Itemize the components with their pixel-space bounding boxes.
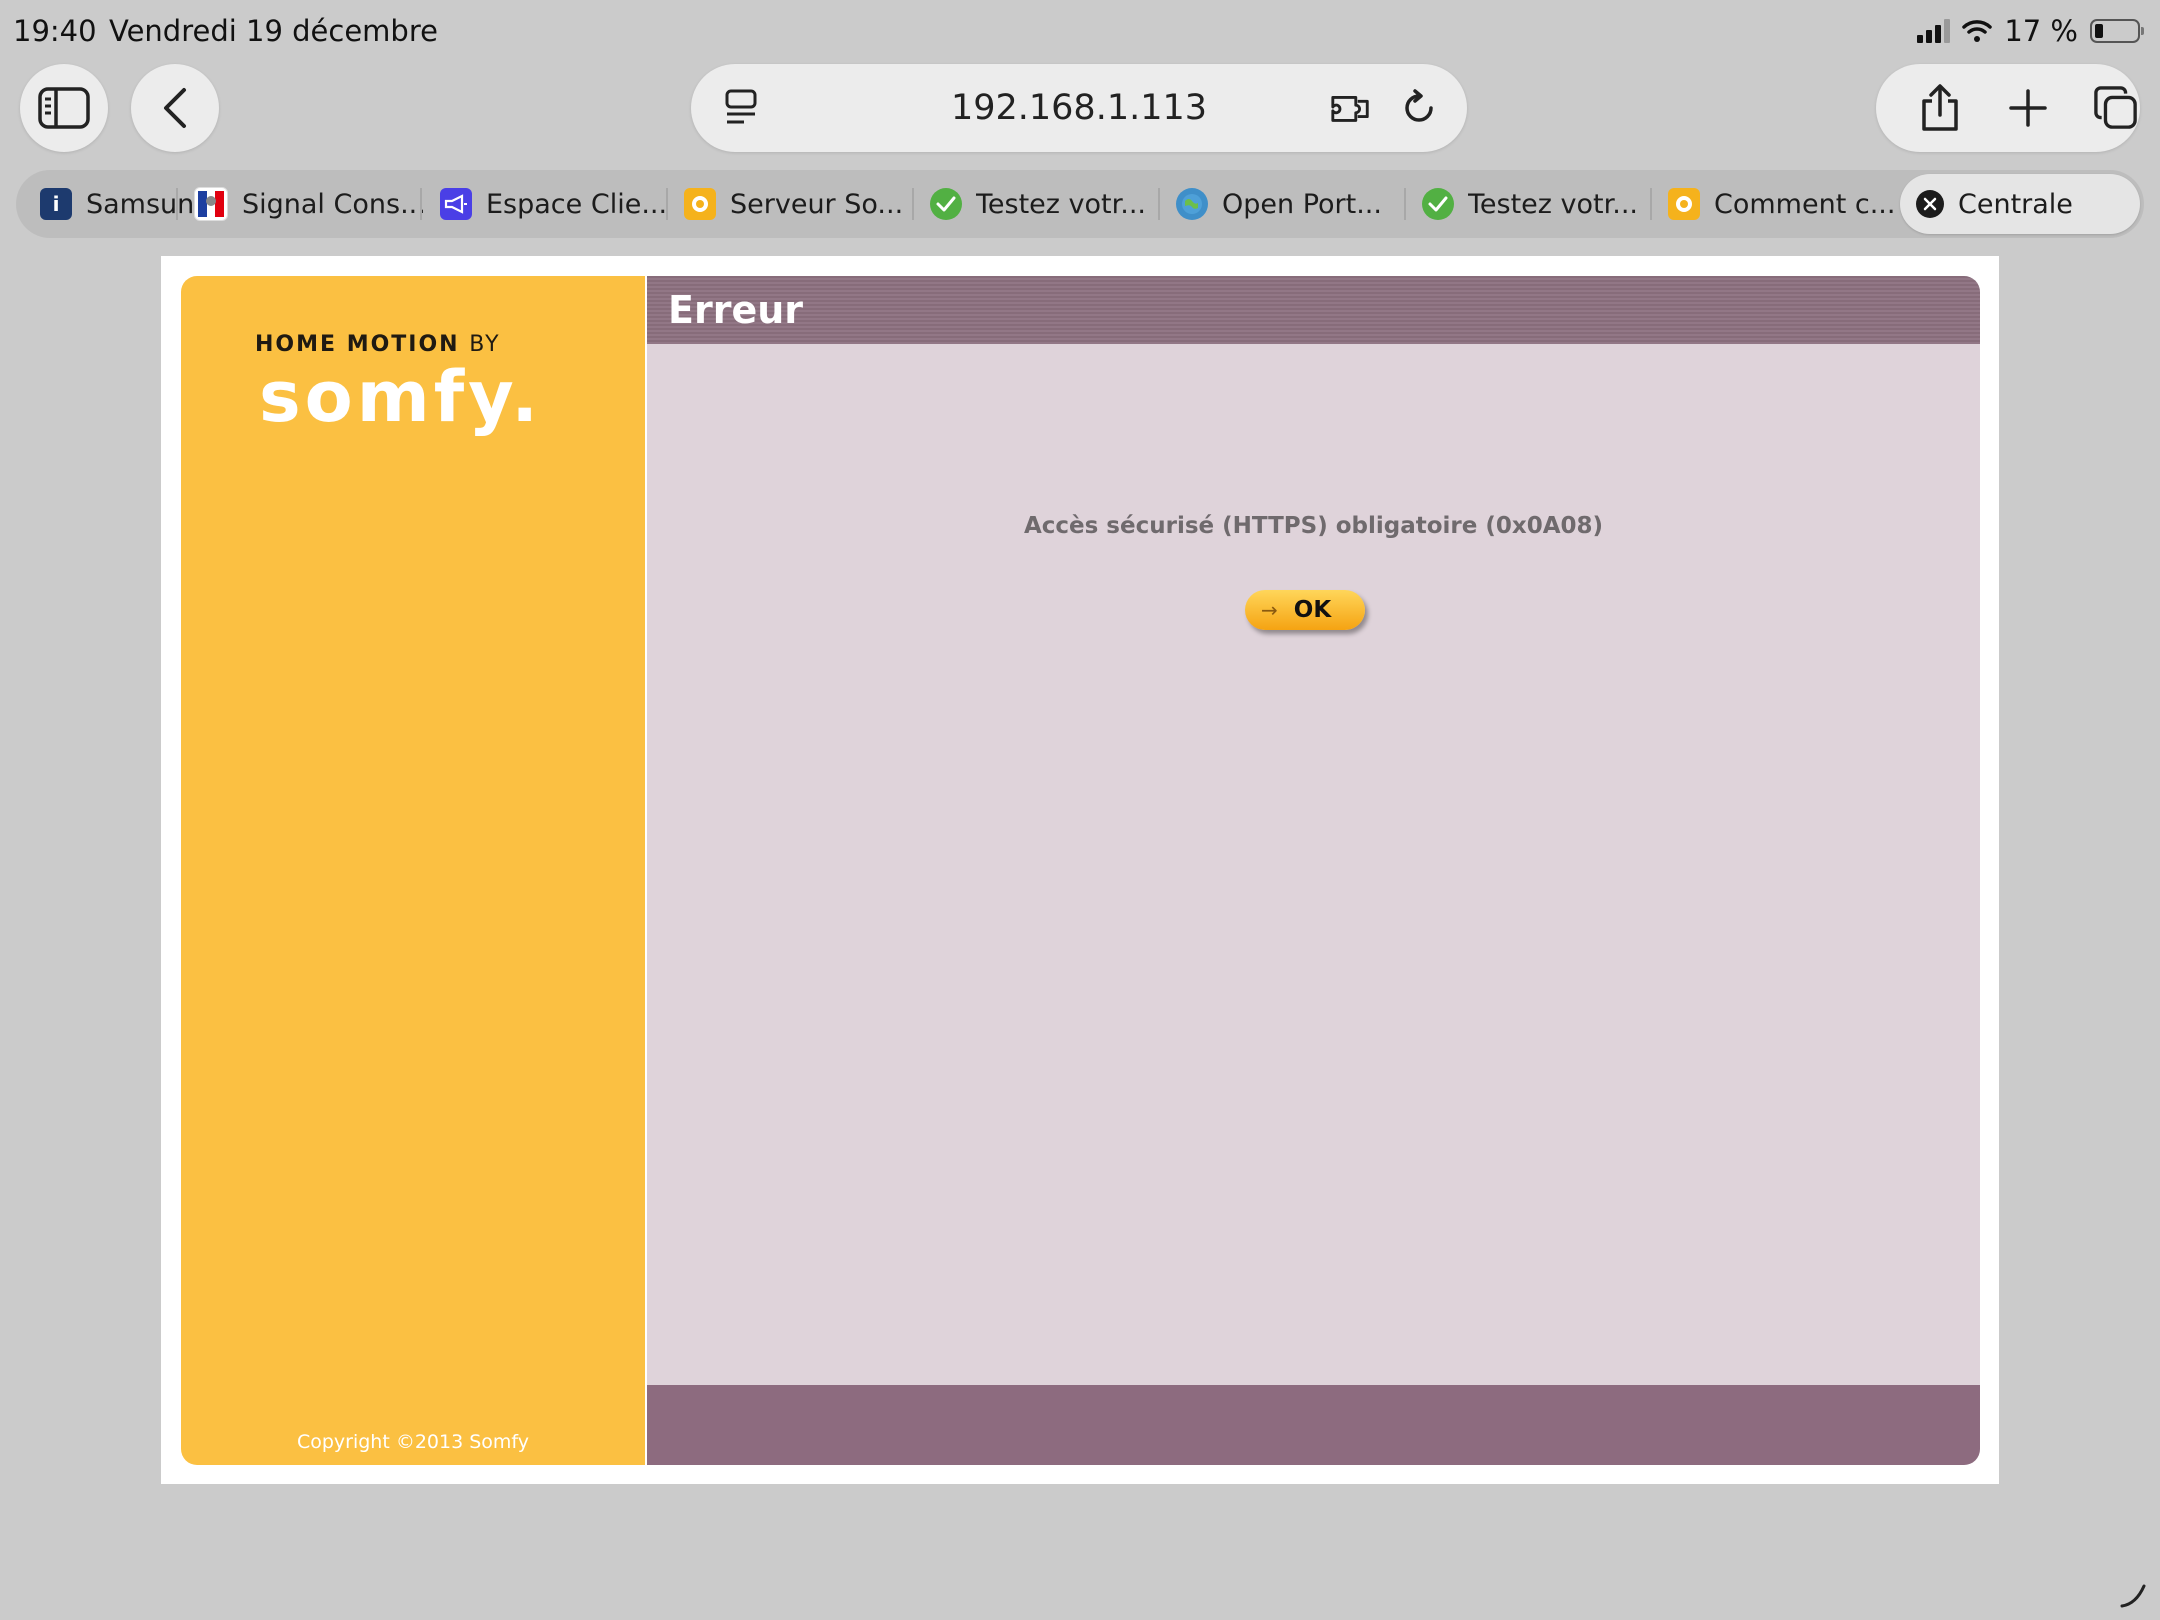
page-title: Erreur [668,288,804,332]
logo-by-text: BY [469,332,501,357]
status-date: Vendredi 19 décembre [109,14,438,48]
chevron-left-icon [164,88,186,128]
share-button[interactable] [1918,84,1962,131]
megaphone-favicon-icon [440,188,472,220]
tab-separator [912,188,914,220]
somfy-favicon-icon [1668,188,1700,220]
arrow-right-icon: → [1261,598,1278,622]
somfy-sidebar: HOME MOTION BY somfy. Copyright ©2013 So… [181,276,645,1465]
tab-serveur-somfy[interactable]: Serveur So... [684,170,914,238]
back-button[interactable] [131,64,219,152]
tab-centrale[interactable]: Centrale [1900,174,2140,234]
battery-percent: 17 % [2004,14,2078,48]
ok-button[interactable]: → OK [1245,590,1365,630]
tab-overview-button[interactable] [2094,86,2138,130]
share-icon [1922,84,1958,131]
address-bar[interactable]: 192.168.1.113 [691,64,1467,152]
tab-separator [176,188,178,220]
marianne-favicon-icon [194,187,228,221]
tab-open-port[interactable]: Open Port... [1176,170,1406,238]
tab-separator [1158,188,1160,220]
check-favicon-icon [930,188,962,220]
reload-icon[interactable] [1397,86,1441,130]
somfy-logo-icon: somfy. [259,356,542,438]
tab-separator [420,188,422,220]
logo-tagline-text: HOME MOTION [255,332,460,357]
tab-signal-conso[interactable]: Signal Cons... [194,170,434,238]
extension-icon[interactable] [1329,86,1373,130]
tab-separator [666,188,668,220]
main-footer [647,1385,1980,1465]
tab-label: Signal Cons... [242,188,426,220]
tab-label: Espace Clie... [486,188,668,220]
status-indicators: 17 % [1917,14,2144,48]
error-message: Accès sécurisé (HTTPS) obligatoire (0x0A… [1023,513,1604,539]
tab-label: Comment c... [1714,188,1896,220]
wifi-icon [1962,20,1993,42]
tab-label: Testez votr... [976,188,1146,220]
battery-icon [2090,19,2144,43]
plus-icon [2009,89,2047,127]
cellular-signal-icon [1917,19,1951,43]
check-favicon-icon [1422,188,1454,220]
tab-label: Testez votr... [1468,188,1638,220]
toolbar-actions [1876,64,2140,152]
sidebar-icon [38,87,90,129]
samsung-favicon-icon: i [40,188,72,220]
tab-separator [1404,188,1406,220]
somfy-favicon-icon [684,188,716,220]
somfy-logo-tagline: HOME MOTION BY [255,332,501,357]
tab-espace-client[interactable]: Espace Clie... [440,170,670,238]
web-page: HOME MOTION BY somfy. Copyright ©2013 So… [161,256,1999,1484]
sidebar-toggle-button[interactable] [20,64,108,152]
tab-comment[interactable]: Comment c... [1668,170,1898,238]
pencil-scribble-icon [2120,1584,2146,1608]
tab-separator [1650,188,1652,220]
status-bar: 19:40 Vendredi 19 décembre 17 % [0,0,2160,60]
tabs-icon [2094,86,2137,129]
tab-label: Serveur So... [730,188,904,220]
tab-testez-votre-1[interactable]: Testez votr... [930,170,1160,238]
close-tab-icon[interactable] [1916,190,1944,218]
globe-favicon-icon [1176,188,1208,220]
tab-testez-votre-2[interactable]: Testez votr... [1422,170,1652,238]
main-panel: Erreur Accès sécurisé (HTTPS) obligatoir… [647,276,1980,1465]
ok-button-label: OK [1293,597,1332,623]
new-tab-button[interactable] [2006,86,2050,130]
status-time: 19:40 [13,14,97,48]
tab-label: Open Port... [1222,188,1382,220]
tab-bar: i Samsung Signal Cons... Espace Clie... … [16,170,2144,238]
tab-samsung[interactable]: i Samsung [40,170,192,238]
tab-label: Centrale [1958,188,2073,220]
main-header: Erreur [647,276,1980,344]
copyright-text: Copyright ©2013 Somfy [296,1431,530,1453]
